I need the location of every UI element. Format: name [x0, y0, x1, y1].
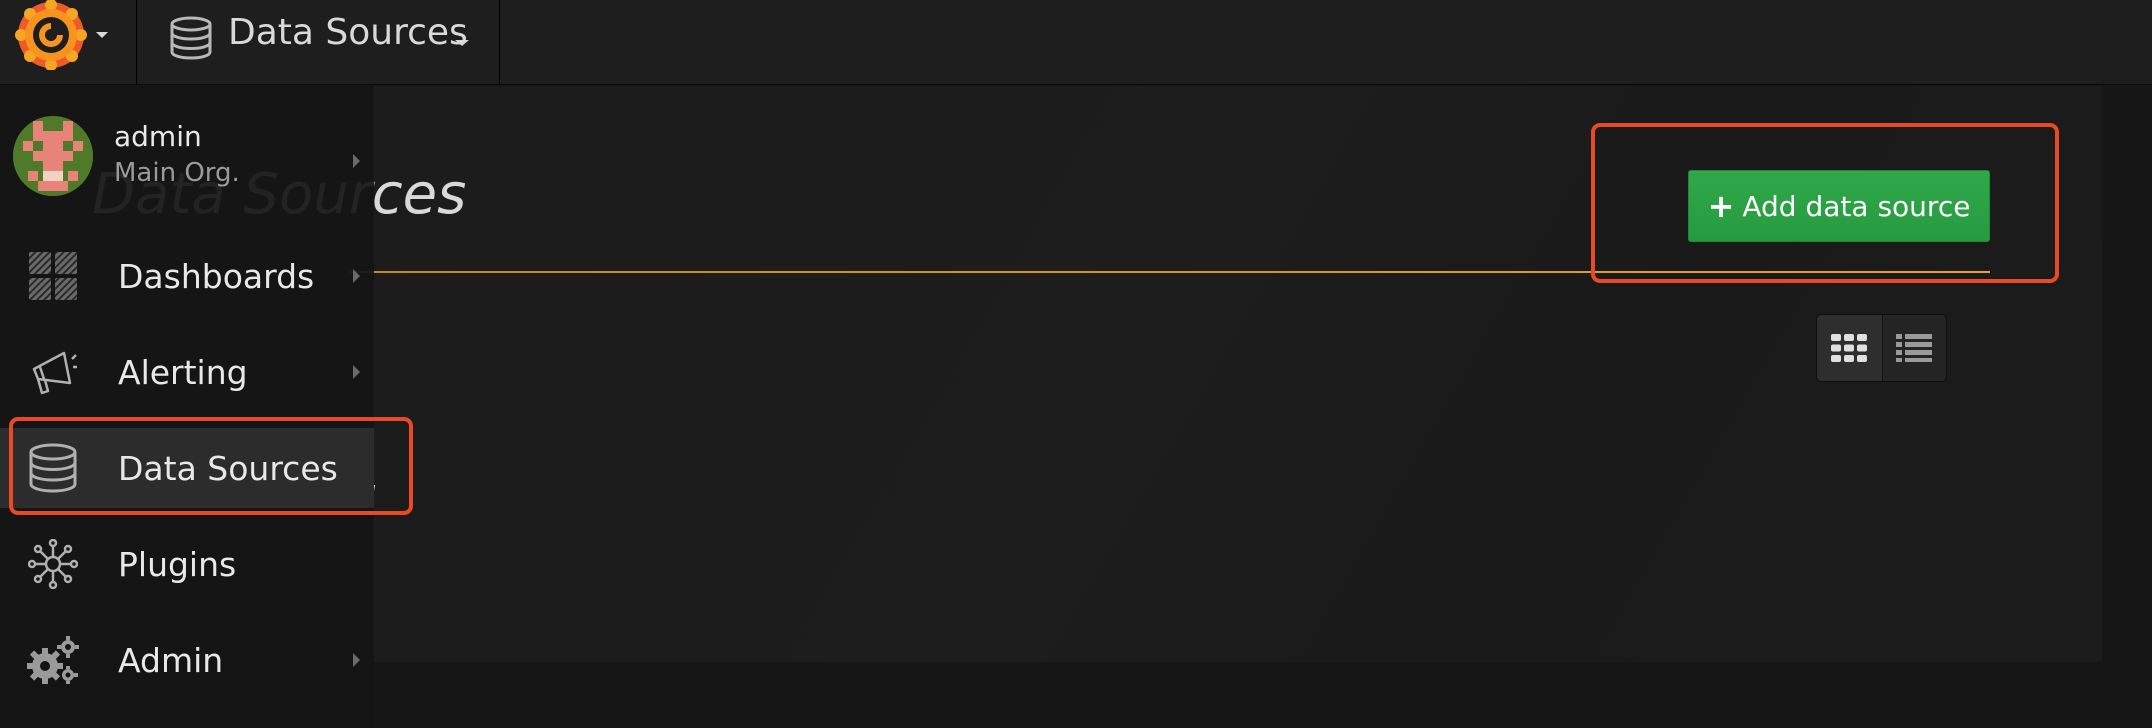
chevron-down-icon — [96, 32, 108, 38]
grid-view-icon — [1831, 334, 1868, 362]
list-view-button[interactable] — [1881, 315, 1946, 381]
sidemenu-item-label: Alerting — [118, 352, 248, 392]
sidemenu-item-alerting[interactable]: Alerting — [0, 332, 374, 412]
gears-icon — [27, 634, 79, 686]
plus-icon: + — [1707, 187, 1735, 225]
add-data-source-label: Add data source — [1742, 189, 1971, 223]
megaphone-icon — [27, 346, 79, 398]
sidemenu-item-plugins[interactable]: Plugins — [0, 524, 374, 604]
dashboards-icon — [27, 250, 79, 302]
chevron-right-icon — [353, 653, 360, 667]
user-name: admin — [114, 120, 202, 153]
view-toggle — [1816, 314, 1947, 382]
user-menu-item[interactable]: admin Main Org. — [0, 116, 374, 202]
navbar-page-title-button[interactable]: Data Sources — [138, 0, 500, 85]
grafana-logo-icon — [15, 0, 87, 70]
grid-view-button[interactable] — [1817, 315, 1882, 381]
sidemenu-item-label: Plugins — [118, 544, 237, 584]
plugins-icon — [27, 538, 79, 590]
sidemenu-item-label: Admin — [118, 640, 224, 680]
navbar-title: Data Sources — [228, 12, 468, 53]
avatar — [13, 116, 93, 196]
sidemenu-item-label: Dashboards — [118, 256, 315, 296]
list-view-icon — [1896, 334, 1933, 362]
user-org: Main Org. — [114, 158, 240, 188]
sidemenu-item-admin[interactable]: Admin — [0, 620, 374, 700]
database-icon — [170, 16, 212, 60]
add-data-source-button[interactable]: + Add data source — [1688, 170, 1990, 242]
grafana-menu-button[interactable] — [0, 0, 137, 85]
sidemenu-item-label: Data Sources — [118, 448, 338, 488]
sidemenu-item-dashboards[interactable]: Dashboards — [0, 236, 374, 316]
page-header-divider — [350, 271, 1990, 273]
database-icon — [27, 442, 79, 494]
chevron-right-icon — [353, 154, 360, 168]
chevron-down-icon — [455, 40, 469, 46]
side-menu: admin Main Org. Dashboards Alerting Data… — [0, 86, 374, 728]
chevron-right-icon — [353, 269, 360, 283]
sidemenu-item-data-sources[interactable]: Data Sources — [0, 428, 374, 508]
chevron-right-icon — [353, 365, 360, 379]
top-navbar: Data Sources — [0, 0, 2152, 85]
